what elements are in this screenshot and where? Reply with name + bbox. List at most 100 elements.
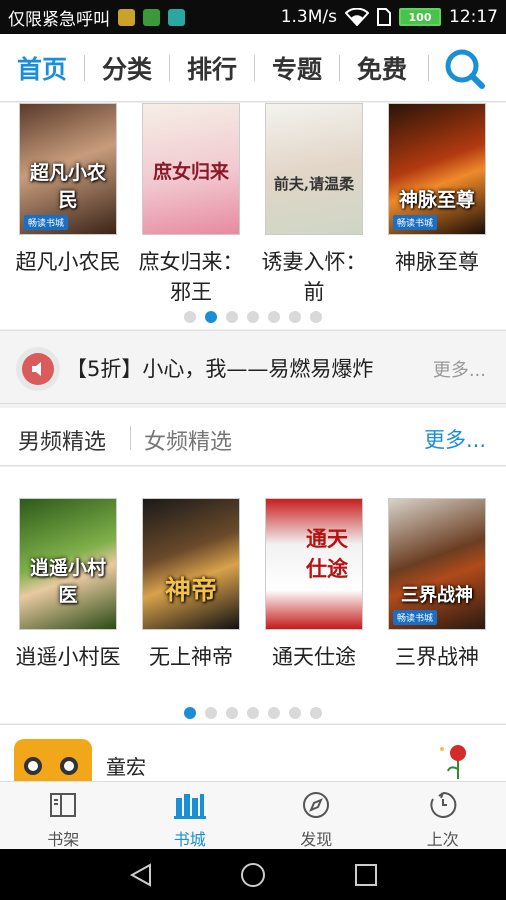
book-card[interactable]: 庶女归来 庶女归来：邪王	[139, 103, 244, 307]
book-title: 三界战神	[395, 645, 479, 669]
cover-brand: 畅读书城	[393, 610, 438, 625]
author-card[interactable]: 童宏	[0, 724, 506, 782]
page-dot[interactable]	[205, 707, 217, 719]
tab-ranking[interactable]: 排行	[170, 50, 254, 86]
recents-icon[interactable]	[353, 862, 379, 888]
wifi-icon	[345, 8, 369, 26]
cover-title: 逍遥小村医	[29, 557, 106, 606]
channel-header: 男频精选 女频精选 更多...	[0, 408, 506, 466]
announcement-more-link[interactable]: 更多...	[433, 356, 486, 382]
book-title: 超凡小农民	[15, 250, 121, 274]
page-dot[interactable]	[310, 707, 322, 719]
book-title: 神脉至尊	[395, 250, 479, 274]
announcement-bar[interactable]: 【5折】小心，我——易燃易爆炸 更多...	[0, 330, 506, 404]
tab-home[interactable]: 首页	[0, 50, 84, 86]
nav-label: 书架	[47, 830, 80, 849]
top-nav: 首页 分类 排行 专题 免费	[0, 34, 506, 102]
book-cover: 超凡小农民 畅读书城	[19, 103, 117, 235]
nav-last-read[interactable]: 上次	[380, 782, 506, 849]
page-dot[interactable]	[226, 311, 238, 323]
sim-icon	[377, 8, 391, 26]
book-cover: 逍遥小村医	[19, 498, 117, 630]
app-notification-icon	[168, 8, 185, 26]
carousel-page-indicator	[0, 311, 506, 323]
carousel-page-indicator	[0, 707, 506, 719]
book-cover: 三界战神 畅读书城	[388, 498, 486, 630]
cover-title: 三界战神	[401, 585, 473, 606]
battery-icon: 100	[399, 8, 441, 26]
page-dot[interactable]	[226, 707, 238, 719]
compass-icon	[303, 792, 330, 818]
cover-title: 神脉至尊	[398, 189, 475, 211]
nav-label: 书城	[173, 830, 206, 849]
cover-title: 通天仕途	[306, 526, 348, 581]
nav-bookstore[interactable]: 书城	[127, 782, 254, 849]
book-card[interactable]: 通天仕途 通天仕途	[265, 498, 363, 672]
page-dot[interactable]	[289, 311, 301, 323]
back-icon[interactable]	[128, 862, 154, 888]
nav-label: 发现	[300, 830, 333, 849]
cover-title: 前夫,请温柔	[273, 175, 355, 193]
nav-discover[interactable]: 发现	[253, 782, 380, 849]
cover-title: 神帝	[164, 576, 217, 606]
nav-bookshelf[interactable]: 书架	[0, 782, 127, 849]
history-icon	[430, 791, 457, 818]
page-dot-active[interactable]	[205, 311, 217, 323]
page-dot[interactable]	[289, 707, 301, 719]
cover-title: 庶女归来	[152, 161, 229, 183]
book-cover: 神脉至尊 畅读书城	[388, 103, 486, 235]
network-speed: 1.3M/s	[280, 7, 337, 27]
clock: 12:17	[449, 7, 498, 27]
search-icon[interactable]	[442, 46, 488, 92]
book-card[interactable]: 三界战神 畅读书城 三界战神	[388, 498, 486, 672]
tab-male-picks[interactable]: 男频精选	[18, 424, 106, 456]
book-title: 诱妻入怀：前	[261, 250, 367, 304]
book-title: 通天仕途	[272, 645, 356, 669]
book-card[interactable]: 神帝 无上神帝	[142, 498, 240, 672]
book-title: 无上神帝	[149, 645, 233, 669]
book-card[interactable]: 超凡小农民 畅读书城 超凡小农民	[16, 103, 121, 277]
nav-label: 上次	[426, 830, 459, 849]
book-title: 逍遥小村医	[15, 645, 121, 669]
rose-icon	[440, 745, 466, 779]
status-bar: 仅限紧急呼叫 1.3M/s 100 12:17	[0, 0, 506, 34]
author-name: 童宏	[106, 755, 146, 779]
book-card[interactable]: 逍遥小村医 逍遥小村医	[16, 498, 121, 672]
featured-books-carousel: 超凡小农民 畅读书城 超凡小农民 庶女归来 庶女归来：邪王 前夫,请温柔 诱妻入…	[0, 103, 506, 329]
app-notification-icon	[143, 8, 160, 26]
book-cover: 前夫,请温柔	[265, 103, 363, 235]
avatar	[14, 739, 92, 782]
page-dot[interactable]	[268, 311, 280, 323]
book-cover: 通天仕途	[265, 498, 363, 630]
book-card[interactable]: 前夫,请温柔 诱妻入怀：前	[262, 103, 367, 307]
app-notification-icon	[118, 8, 135, 26]
bookshelf-icon	[50, 793, 77, 817]
cover-title: 超凡小农民	[29, 162, 106, 211]
page-dot[interactable]	[310, 311, 322, 323]
book-cover: 神帝	[142, 498, 240, 630]
page-dot[interactable]	[247, 707, 259, 719]
book-card[interactable]: 神脉至尊 畅读书城 神脉至尊	[388, 103, 486, 277]
channel-more-link[interactable]: 更多...	[424, 424, 486, 454]
tab-female-picks[interactable]: 女频精选	[144, 424, 232, 456]
bookstore-icon	[173, 794, 206, 819]
book-cover: 庶女归来	[142, 103, 240, 235]
channel-books-carousel: 逍遥小村医 逍遥小村医 神帝 无上神帝 通天仕途 通天仕途 三界战神 畅读书城 …	[0, 467, 506, 723]
page-dot-active[interactable]	[184, 707, 196, 719]
system-nav-bar	[0, 849, 506, 900]
page-dot[interactable]	[184, 311, 196, 323]
tab-category[interactable]: 分类	[85, 50, 169, 86]
divider	[428, 54, 429, 81]
home-icon[interactable]	[240, 862, 266, 888]
volume-icon	[32, 362, 41, 376]
book-title: 庶女归来：邪王	[138, 250, 244, 304]
page-dot[interactable]	[247, 311, 259, 323]
carrier-text: 仅限紧急呼叫	[8, 9, 110, 30]
cover-brand: 畅读书城	[24, 215, 69, 230]
announcement-text[interactable]: 【5折】小心，我——易燃易爆炸	[66, 353, 373, 383]
tab-topics[interactable]: 专题	[255, 50, 339, 86]
cover-brand: 畅读书城	[393, 215, 438, 230]
tab-free[interactable]: 免费	[340, 50, 424, 86]
divider	[130, 426, 131, 450]
page-dot[interactable]	[268, 707, 280, 719]
